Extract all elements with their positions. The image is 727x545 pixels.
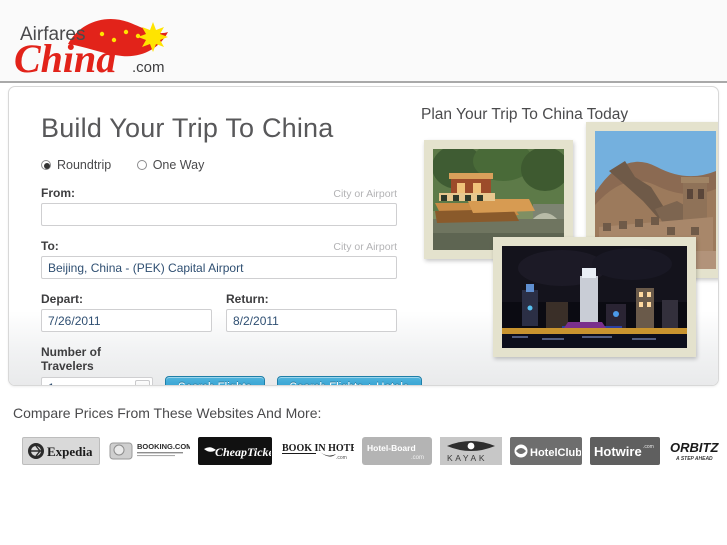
booking-com-logo-text: BOOKING.COM [137, 442, 190, 451]
trip-type-oneway[interactable]: One Way [136, 158, 205, 172]
logo-china-text: China [14, 36, 116, 78]
hotelclub-logo[interactable]: HotelClub [510, 437, 582, 465]
cheaptickets-logo-text: CheapTickets [215, 445, 271, 459]
expedia-logo[interactable]: Expedia [22, 437, 100, 465]
orbitz-logo[interactable]: ORBITZ A STEP AHEAD [668, 437, 727, 465]
logo-tld-text: .com [132, 59, 165, 76]
booking-com-logo[interactable]: BOOKING.COM [108, 437, 190, 465]
orbitz-tagline-text: A STEP AHEAD [675, 456, 713, 462]
hotelclub-logo-text: HotelClub [530, 447, 581, 459]
hotwire-logo[interactable]: Hotwire .com [590, 437, 660, 465]
radio-roundtrip-icon[interactable] [41, 160, 51, 170]
book-in-hotels-tld-text: .com [336, 455, 347, 461]
return-field: Return: [226, 292, 397, 332]
to-hint: City or Airport [333, 241, 397, 253]
trip-type-oneway-label: One Way [152, 158, 205, 172]
to-input[interactable] [41, 256, 397, 279]
from-hint: City or Airport [333, 188, 397, 200]
from-input[interactable] [41, 203, 397, 226]
trip-type-group: Roundtrip One Way [41, 158, 397, 173]
partner-logos: Expedia BOOKING.COM CheapTickets BOOK IN… [22, 436, 719, 466]
hotel-board-logo-text: Hotel-Board [367, 443, 416, 453]
trip-type-roundtrip-label: Roundtrip [57, 158, 112, 172]
travelers-and-actions: Number of Travelers 1 Search Flights Sea… [41, 345, 422, 385]
chevron-down-icon[interactable] [135, 380, 150, 385]
header-divider [0, 81, 727, 83]
depart-field: Depart: [41, 292, 212, 332]
night-skyline-photo [493, 237, 696, 357]
depart-label: Depart: [41, 292, 84, 306]
trip-type-roundtrip[interactable]: Roundtrip [41, 158, 111, 172]
hotwire-logo-text: Hotwire [594, 444, 642, 459]
depart-input[interactable] [41, 309, 212, 332]
to-field-header: To: City or Airport [41, 239, 397, 253]
site-logo[interactable]: Airfares China .com [10, 6, 250, 78]
return-input[interactable] [226, 309, 397, 332]
hotwire-tld-text: .com [643, 444, 654, 450]
search-flights-hotels-button[interactable]: Search Flights + Hotels [276, 376, 422, 385]
kayak-logo[interactable]: KAYAK [440, 437, 502, 465]
book-in-hotels-logo-text: BOOK IN HOTELS [282, 443, 354, 454]
from-field-header: From: City or Airport [41, 186, 397, 200]
site-header: Airfares China .com [0, 0, 727, 82]
book-in-hotels-logo[interactable]: BOOK IN HOTELS .com [280, 437, 354, 465]
travelers-select[interactable]: 1 [41, 377, 153, 385]
page-title: Build Your Trip To China [41, 113, 334, 143]
partners-title: Compare Prices From These Websites And M… [13, 405, 322, 421]
cheaptickets-logo[interactable]: CheapTickets [198, 437, 272, 465]
hotel-board-tld-text: .com [411, 455, 424, 461]
return-label: Return: [226, 292, 269, 306]
orbitz-logo-text: ORBITZ [670, 440, 719, 455]
search-flights-button[interactable]: Search Flights [165, 376, 265, 385]
date-fields: Depart: Return: [41, 292, 397, 332]
travelers-label: Number of Travelers [41, 345, 101, 373]
booking-form: Build Your Trip To China Roundtrip One W… [41, 113, 422, 385]
kayak-logo-text: KAYAK [447, 453, 487, 463]
hotel-board-logo[interactable]: Hotel-Board .com [362, 437, 432, 465]
from-label: From: [41, 186, 75, 200]
radio-oneway-icon[interactable] [136, 160, 147, 170]
expedia-logo-text: Expedia [47, 444, 93, 459]
travelers-value: 1 [48, 378, 55, 385]
travelers-field: Number of Travelers 1 [41, 345, 153, 385]
to-label: To: [41, 239, 59, 253]
hero-panel: Build Your Trip To China Roundtrip One W… [8, 86, 719, 386]
